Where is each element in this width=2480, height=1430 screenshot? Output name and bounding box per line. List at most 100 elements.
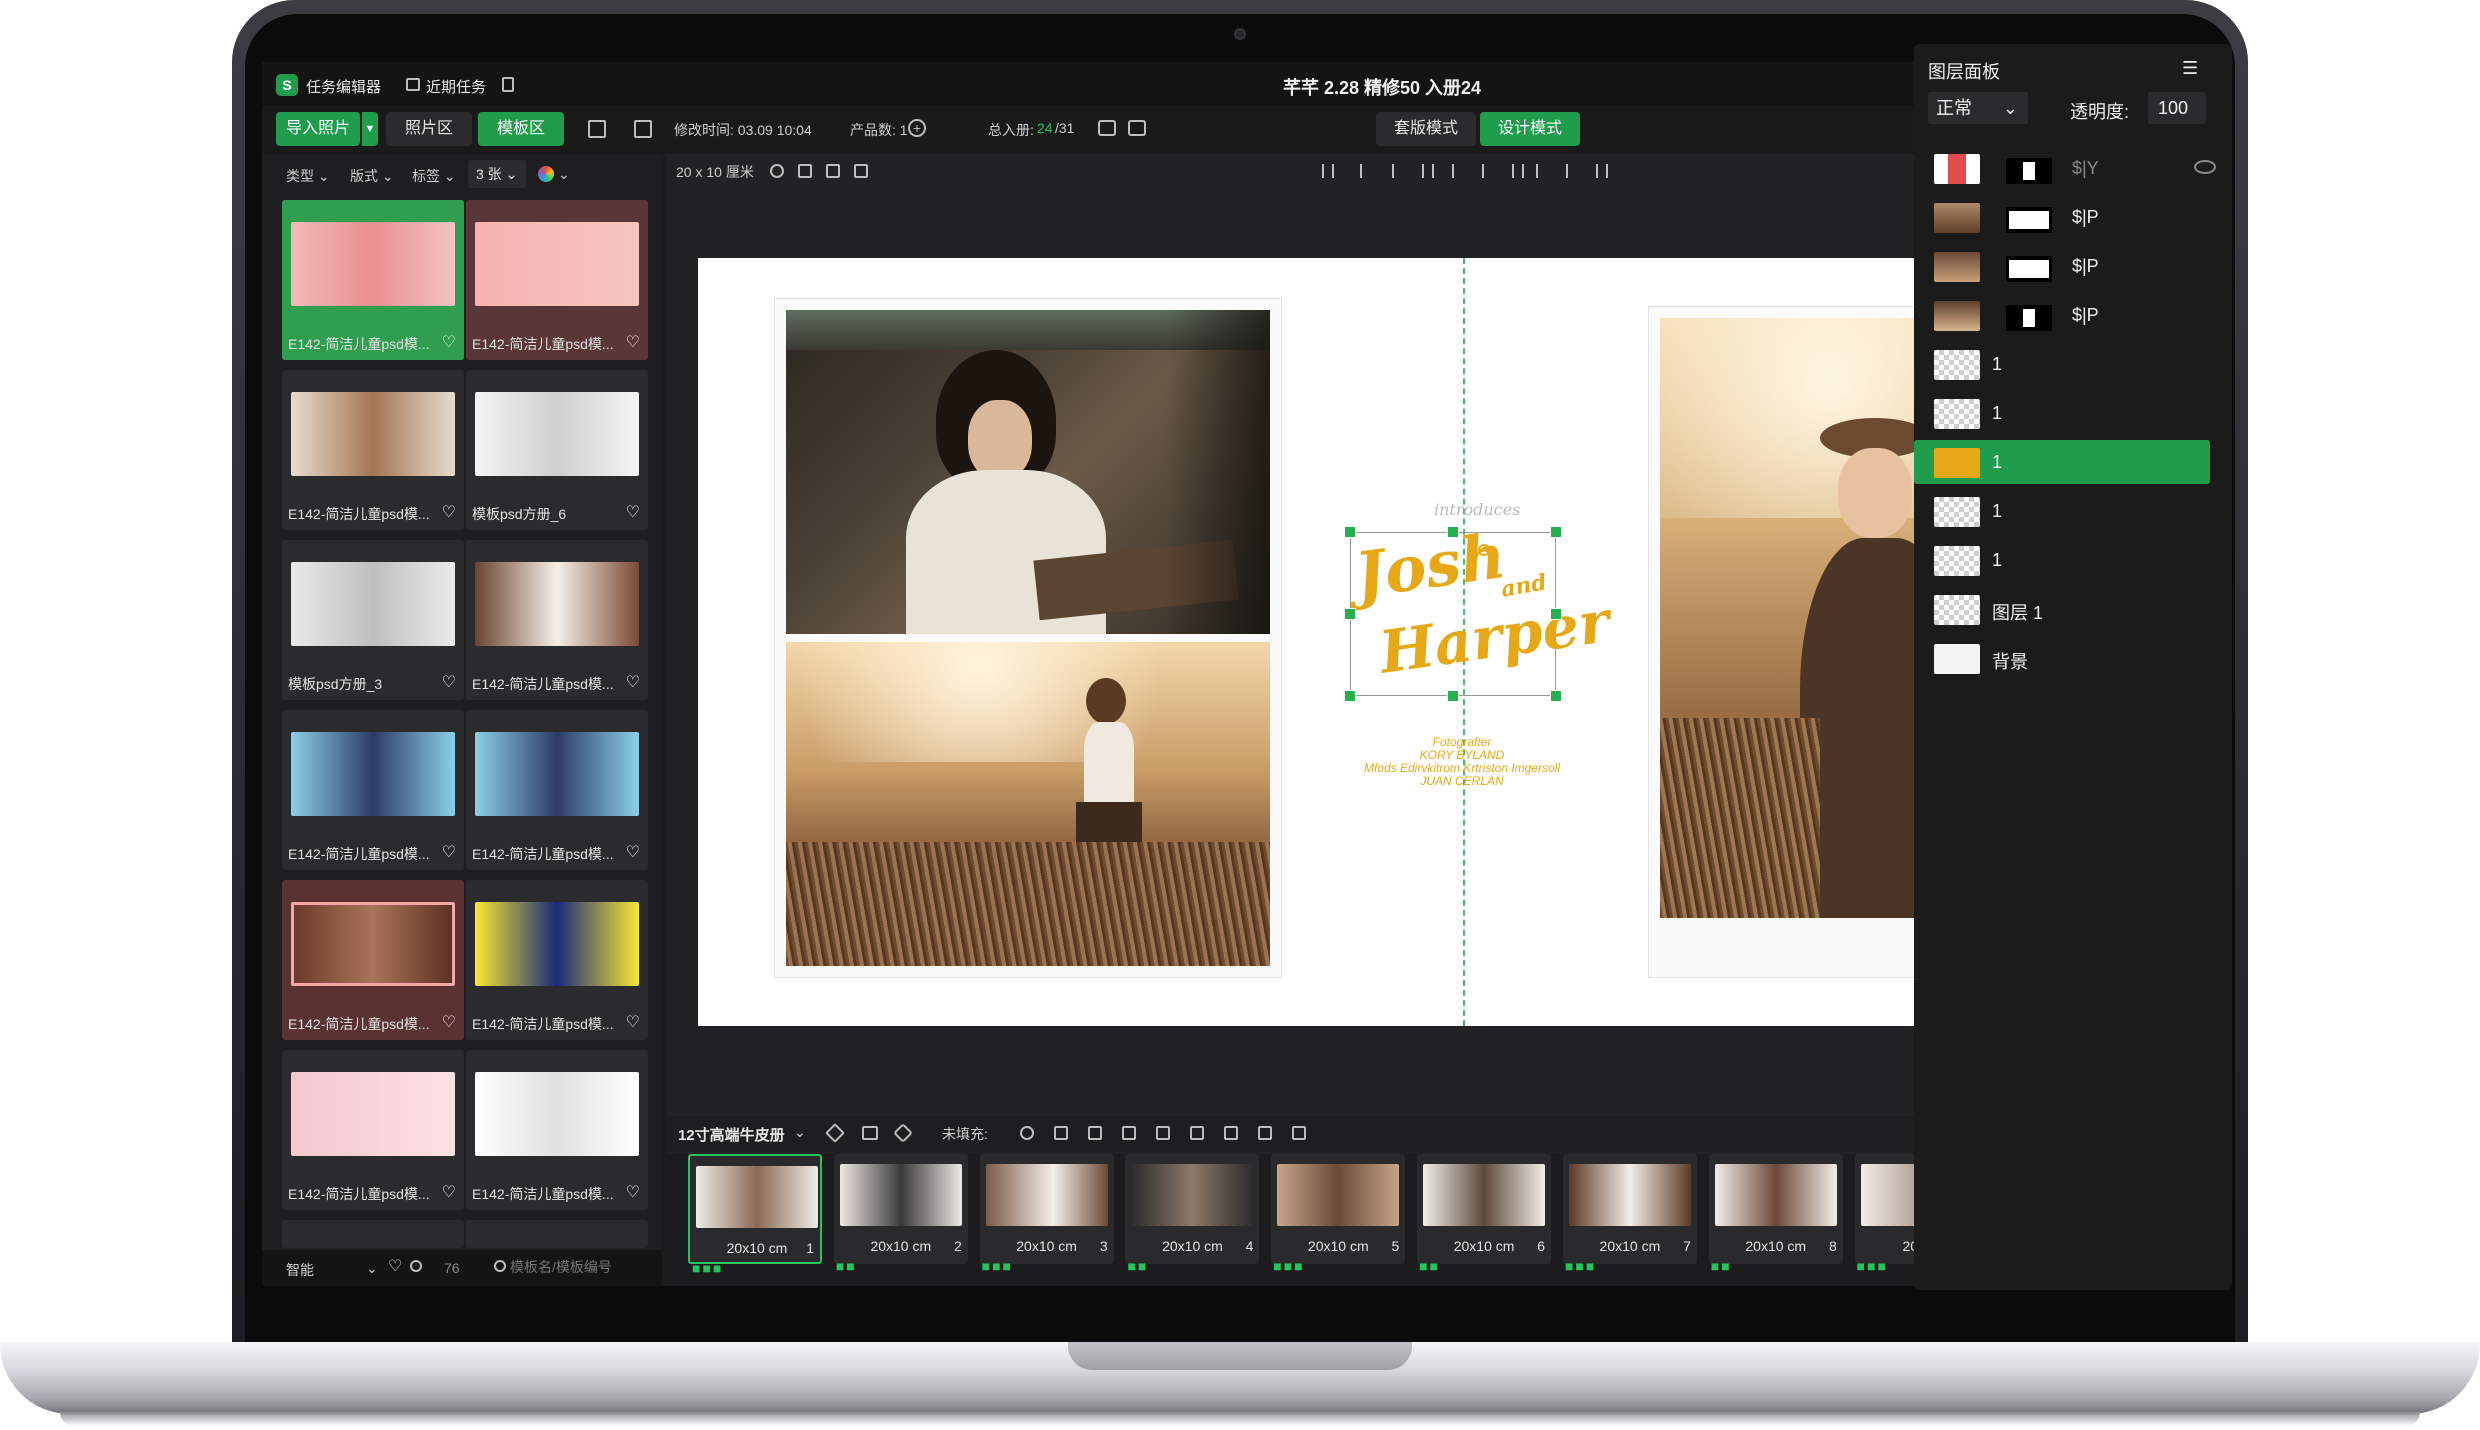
copy-page-icon[interactable] xyxy=(798,164,812,178)
favorite-heart-icon[interactable]: ♡ xyxy=(626,332,640,352)
folder-icon[interactable] xyxy=(634,120,652,138)
image-icon[interactable] xyxy=(862,1126,878,1140)
add-product-icon[interactable]: + xyxy=(908,119,926,137)
layer-row[interactable]: 图层 1 xyxy=(1934,587,2222,631)
import-photos-button[interactable]: 导入照片 xyxy=(276,112,360,146)
filter-type[interactable]: 类型 ⌄ xyxy=(286,166,330,186)
spread-thumbnail[interactable]: 20x10 cm 6 ■■ xyxy=(1417,1154,1552,1274)
resize-handle-tm[interactable] xyxy=(1447,526,1459,538)
favorite-heart-icon[interactable]: ♡ xyxy=(626,502,640,522)
selection-box[interactable]: Josh and Harper xyxy=(1350,519,1614,696)
align-right-icon[interactable] xyxy=(1422,164,1434,178)
search-photo-icon[interactable] xyxy=(1128,120,1146,136)
opacity-input[interactable]: 100 xyxy=(2148,92,2206,124)
favorite-filter-icon[interactable]: ♡ xyxy=(388,1256,402,1276)
palette-icon[interactable] xyxy=(1020,1126,1034,1140)
favorite-heart-icon[interactable]: ♡ xyxy=(626,1182,640,1202)
layer-row[interactable]: 1 xyxy=(1934,342,2222,386)
align-vcenter-icon[interactable] xyxy=(1452,164,1464,178)
resize-handle-br[interactable] xyxy=(1550,690,1562,702)
rotate-handle-icon[interactable] xyxy=(1478,544,1490,556)
expand-icon[interactable] xyxy=(588,120,606,138)
favorite-heart-icon[interactable]: ♡ xyxy=(626,672,640,692)
align-top-icon[interactable] xyxy=(1536,164,1548,178)
layer-row[interactable]: 1 xyxy=(1934,538,2222,582)
favorite-heart-icon[interactable]: ♡ xyxy=(626,842,640,862)
layers-icon[interactable] xyxy=(826,164,840,178)
template-thumbnail[interactable]: E142-简洁儿童psd模... ♡ xyxy=(282,370,464,530)
refresh-icon[interactable] xyxy=(770,164,784,178)
favorite-heart-icon[interactable]: ♡ xyxy=(442,672,456,692)
sort-chevron-icon[interactable]: ⌄ xyxy=(366,1260,378,1277)
layer-row[interactable]: $|P xyxy=(1934,195,2222,239)
template-thumbnail[interactable]: 模板psd方册_3 ♡ xyxy=(282,540,464,700)
import-dropdown-chevron-icon[interactable]: ▼ xyxy=(362,112,378,146)
spread-thumbnail[interactable]: 20x10 cm 8 ■■ xyxy=(1708,1154,1843,1274)
photo-girl-field[interactable] xyxy=(786,642,1270,966)
align-middle-icon[interactable] xyxy=(1566,164,1578,178)
panel-menu-icon[interactable]: ☰ xyxy=(2182,58,2198,79)
template-thumbnail[interactable]: E142-简洁儿童psd模... ♡ xyxy=(282,710,464,870)
favorite-heart-icon[interactable]: ♡ xyxy=(442,842,456,862)
filter-tag[interactable]: 标签 ⌄ xyxy=(412,166,456,186)
layer-row[interactable]: 1 xyxy=(1934,489,2222,533)
color-filter-chevron-icon[interactable]: ⌄ xyxy=(558,166,570,183)
layer-row[interactable]: 背景 xyxy=(1934,636,2222,680)
resize-handle-bl[interactable] xyxy=(1344,690,1356,702)
layer-row[interactable]: $|P xyxy=(1934,244,2222,288)
template-thumbnail[interactable]: E142-简洁儿童psd模... ♡ xyxy=(466,540,648,700)
favorite-heart-icon[interactable]: ♡ xyxy=(442,1012,456,1032)
resize-handle-mr[interactable] xyxy=(1550,608,1562,620)
blend-mode-select[interactable]: 正常 ⌄ xyxy=(1928,92,2028,124)
layer-row[interactable]: $|Y xyxy=(1934,146,2222,190)
photo-girl-reading[interactable] xyxy=(786,310,1270,634)
tab-recent-tasks[interactable]: 近期任务 xyxy=(426,76,486,97)
template-thumbnail[interactable]: E142-简洁儿童psd模... ♡ xyxy=(282,1050,464,1210)
template-thumbnail[interactable]: E142-简洁儿童psd模... ♡ xyxy=(282,880,464,1040)
redo-icon[interactable] xyxy=(1292,1126,1306,1140)
layout-mode-button[interactable]: 套版模式 xyxy=(1376,112,1476,146)
template-thumbnail[interactable]: E142-简洁儿童psd模... ♡ xyxy=(466,710,648,870)
crop-icon[interactable] xyxy=(854,164,868,178)
resize-handle-tl[interactable] xyxy=(1344,526,1356,538)
template-thumbnail[interactable] xyxy=(282,1220,464,1248)
distribute-h-icon[interactable] xyxy=(1482,164,1494,178)
template-thumbnail[interactable]: E142-简洁儿童psd模... ♡ xyxy=(282,200,464,360)
spread-thumbnail[interactable]: 20x10 cm 3 ■■■ xyxy=(979,1154,1114,1274)
spread-thumbnail[interactable]: 20x10 cm 2 ■■ xyxy=(833,1154,968,1274)
template-thumbnail[interactable]: E142-简洁儿童psd模... ♡ xyxy=(466,200,648,360)
spread-thumbnail[interactable]: 20x10 cm 4 ■■ xyxy=(1125,1154,1260,1274)
template-area-tab[interactable]: 模板区 xyxy=(478,112,564,146)
zoom-icon[interactable] xyxy=(410,1260,422,1272)
layer-row[interactable]: 1 xyxy=(1934,391,2222,435)
smart-sort[interactable]: 智能 xyxy=(286,1260,314,1280)
template-search-input[interactable] xyxy=(510,1254,658,1280)
product-chevron-icon[interactable]: ⌄ xyxy=(794,1124,806,1141)
dot-sep-icon[interactable] xyxy=(1512,164,1524,178)
frame-icon[interactable] xyxy=(1088,1126,1102,1140)
product-selector[interactable]: 12寸高端牛皮册 xyxy=(678,1124,785,1145)
design-mode-button[interactable]: 设计模式 xyxy=(1480,112,1580,146)
layer-row[interactable]: 1 xyxy=(1914,440,2210,484)
align-center-icon[interactable] xyxy=(1360,164,1372,178)
filter-format[interactable]: 版式 ⌄ xyxy=(350,166,394,186)
align-left-icon[interactable] xyxy=(1322,164,1334,178)
template-thumbnail[interactable] xyxy=(466,1220,648,1248)
photo-area-tab[interactable]: 照片区 xyxy=(386,112,472,146)
layer-row[interactable]: $|P xyxy=(1934,293,2222,337)
favorite-heart-icon[interactable]: ♡ xyxy=(442,502,456,522)
image-replace-icon[interactable] xyxy=(1054,1126,1068,1140)
tab-task-editor[interactable]: 任务编辑器 xyxy=(306,76,381,97)
resize-handle-tr[interactable] xyxy=(1550,526,1562,538)
undo-icon[interactable] xyxy=(1258,1126,1272,1140)
favorite-heart-icon[interactable]: ♡ xyxy=(442,332,456,352)
align-bottom-icon[interactable] xyxy=(1596,164,1608,178)
preview-icon[interactable] xyxy=(1098,120,1116,136)
spread-thumbnail[interactable]: 20x10 cm 7 ■■■ xyxy=(1562,1154,1697,1274)
fit-icon[interactable] xyxy=(1224,1126,1238,1140)
split-icon[interactable] xyxy=(1156,1126,1170,1140)
color-filter-icon[interactable] xyxy=(538,166,554,182)
template-thumbnail[interactable]: E142-简洁儿童psd模... ♡ xyxy=(466,1050,648,1210)
spread-thumbnail[interactable]: 20x10 cm 1 ■■■ xyxy=(688,1154,822,1276)
document-icon[interactable] xyxy=(502,77,514,92)
